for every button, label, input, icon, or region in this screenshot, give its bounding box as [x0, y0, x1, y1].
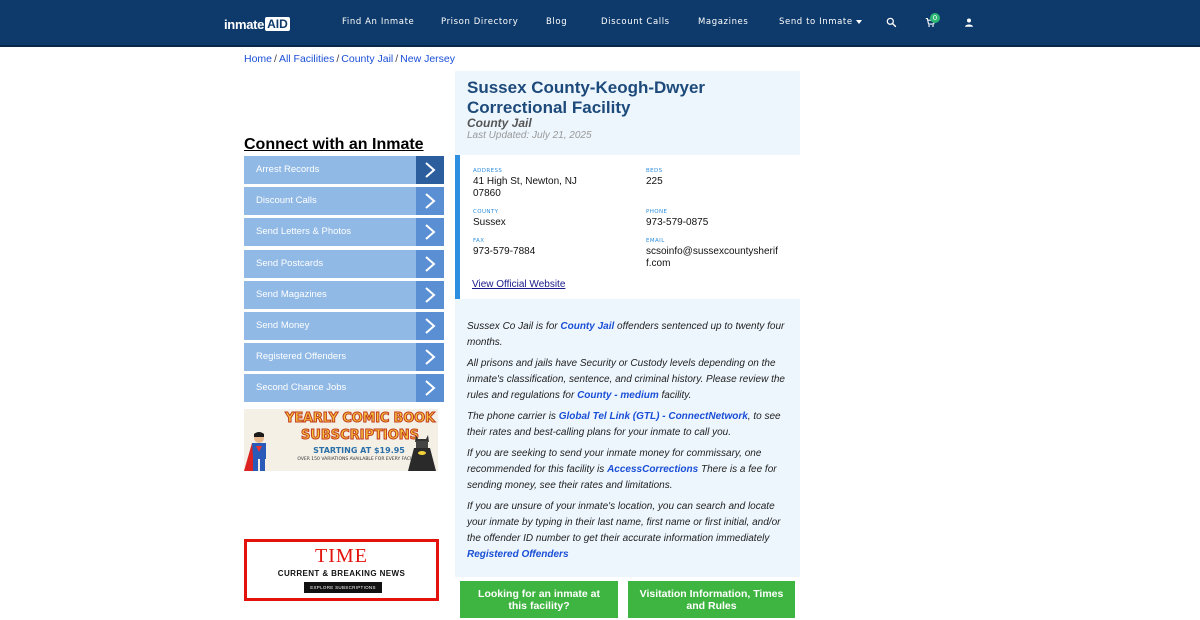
- registered-offenders-link[interactable]: Registered Offenders: [467, 549, 569, 560]
- logo-text: inmate: [224, 16, 265, 32]
- user-icon[interactable]: [964, 15, 978, 29]
- chevron-right-icon: [416, 249, 444, 278]
- nav-discount-calls[interactable]: Discount Calls: [601, 17, 670, 27]
- phone-value[interactable]: 973-579-0875: [646, 217, 786, 229]
- sidebar-item-label: Send Money: [256, 319, 310, 331]
- email-label: EMAIL: [646, 238, 665, 244]
- description-paragraph-1: Sussex Co Jail is for County Jail offend…: [467, 321, 785, 348]
- visitation-info-button[interactable]: Visitation Information, Times and Rules: [628, 581, 795, 618]
- county-block: COUNTY Sussex: [473, 209, 603, 229]
- beds-block: BEDS 225: [646, 168, 786, 188]
- fax-label: FAX: [473, 238, 485, 244]
- county-label: COUNTY: [473, 209, 499, 215]
- nav-magazines[interactable]: Magazines: [698, 17, 748, 27]
- sidebar-item-discount-calls[interactable]: Discount Calls: [244, 187, 444, 216]
- address-value: 41 High St, Newton, NJ 07860: [473, 176, 577, 199]
- description-paragraph-2: All prisons and jails have Security or C…: [467, 358, 785, 401]
- beds-label: BEDS: [646, 168, 663, 174]
- description-paragraph-4: If you are seeking to send your inmate m…: [467, 448, 777, 491]
- fax-block: FAX 973-579-7884: [473, 238, 603, 258]
- phone-label: PHONE: [646, 209, 668, 215]
- sidebar-item-arrest-records[interactable]: Arrest Records: [244, 156, 444, 184]
- sidebar-item-second-chance-jobs[interactable]: Second Chance Jobs: [244, 374, 444, 403]
- chevron-right-icon: [416, 218, 444, 247]
- sidebar-item-send-magazines[interactable]: Send Magazines: [244, 280, 444, 309]
- connect-menu: Arrest Records Discount Calls Send Lette…: [244, 156, 444, 406]
- breadcrumb-home[interactable]: Home: [244, 53, 272, 65]
- sidebar-item-registered-offenders[interactable]: Registered Offenders: [244, 343, 444, 372]
- chevron-down-icon: [855, 19, 862, 24]
- sidebar-item-label: Send Magazines: [256, 288, 327, 300]
- access-corrections-link[interactable]: AccessCorrections: [607, 464, 698, 475]
- nav-find-an-inmate[interactable]: Find An Inmate: [342, 17, 414, 27]
- nav-send-to-inmate-label: Send to Inmate: [779, 17, 853, 27]
- top-navbar: inmate AID Find An Inmate Prison Directo…: [0, 0, 1200, 47]
- phone-block: PHONE 973-579-0875: [646, 209, 786, 229]
- nav-send-to-inmate[interactable]: Send to Inmate: [779, 17, 862, 27]
- site-logo[interactable]: inmate AID: [224, 15, 290, 33]
- official-website-link[interactable]: View Official Website: [472, 279, 565, 290]
- sidebar-item-label: Registered Offenders: [256, 351, 347, 363]
- phone-carrier-link[interactable]: Global Tel Link (GTL) - ConnectNetwork: [559, 411, 748, 422]
- logo-aid: AID: [265, 17, 290, 31]
- email-value[interactable]: scsoinfo@sussexcountysherif f.com: [646, 246, 782, 270]
- explore-subscriptions-button[interactable]: EXPLORE SUBSCRIPTIONS: [304, 582, 382, 593]
- comic-subscription-ad[interactable]: YEARLY COMIC BOOK SUBSCRIPTIONS STARTING…: [244, 409, 438, 471]
- description-paragraph-5: If you are unsure of your inmate's locat…: [467, 501, 781, 560]
- comic-ad-price: STARTING AT $19.95: [313, 446, 405, 455]
- facility-title: Sussex County-Keogh-Dwyer Correctional F…: [467, 78, 706, 117]
- sidebar-item-label: Second Chance Jobs: [256, 382, 347, 394]
- time-logo: TIME: [315, 545, 368, 567]
- time-ad-subtitle: CURRENT & BREAKING NEWS: [277, 569, 406, 578]
- batman-illustration: [408, 435, 436, 471]
- fax-value: 973-579-7884: [473, 246, 536, 257]
- sidebar-item-send-letters-photos[interactable]: Send Letters & Photos: [244, 218, 444, 247]
- county-value: Sussex: [473, 217, 506, 228]
- chevron-right-icon: [416, 156, 444, 184]
- find-inmate-button[interactable]: Looking for an inmate at this facility?: [460, 581, 618, 618]
- breadcrumb-all-facilities[interactable]: All Facilities: [279, 53, 334, 65]
- sidebar-item-label: Arrest Records: [256, 164, 320, 175]
- search-icon[interactable]: [886, 15, 900, 29]
- chevron-right-icon: [416, 280, 444, 309]
- facility-info-card: ADDRESS 41 High St, Newton, NJ 07860 BED…: [455, 155, 800, 299]
- sidebar-item-send-money[interactable]: Send Money: [244, 311, 444, 340]
- superhero-illustration: [244, 432, 266, 471]
- breadcrumb: Home / All Facilities / County Jail / New Jers…: [244, 53, 456, 65]
- time-magazine-ad[interactable]: TIME CURRENT & BREAKING NEWS EXPLORE SUB…: [244, 539, 439, 601]
- facility-type: County Jail: [467, 116, 532, 130]
- sidebar-item-label: Send Letters & Photos: [256, 226, 352, 238]
- cart-count-badge: 0: [930, 13, 940, 23]
- connect-heading: Connect with an Inmate: [244, 136, 424, 153]
- email-block: EMAIL scsoinfo@sussexcountysherif f.com: [646, 238, 782, 270]
- beds-value: 225: [646, 176, 663, 187]
- breadcrumb-new-jersey[interactable]: New Jersey: [400, 53, 455, 65]
- address-block: ADDRESS 41 High St, Newton, NJ 07860: [473, 168, 603, 200]
- chevron-right-icon: [416, 311, 444, 340]
- chevron-right-icon: [416, 343, 444, 372]
- breadcrumb-county-jail[interactable]: County Jail: [341, 53, 393, 65]
- comic-ad-line1: YEARLY COMIC BOOK: [285, 411, 436, 427]
- chevron-right-icon: [416, 187, 444, 216]
- sidebar-item-label: Send Postcards: [256, 257, 324, 269]
- description-paragraph-3: The phone carrier is Global Tel Link (GT…: [467, 411, 781, 438]
- address-label: ADDRESS: [473, 168, 503, 174]
- chevron-right-icon: [416, 374, 444, 403]
- sidebar-item-label: Discount Calls: [256, 195, 317, 207]
- last-updated: Last Updated: July 21, 2025: [467, 130, 592, 141]
- custody-level-link[interactable]: County - medium: [577, 390, 659, 401]
- county-jail-link[interactable]: County Jail: [560, 321, 614, 332]
- nav-prison-directory[interactable]: Prison Directory: [441, 17, 518, 27]
- nav-blog[interactable]: Blog: [546, 17, 567, 27]
- sidebar-item-send-postcards[interactable]: Send Postcards: [244, 249, 444, 278]
